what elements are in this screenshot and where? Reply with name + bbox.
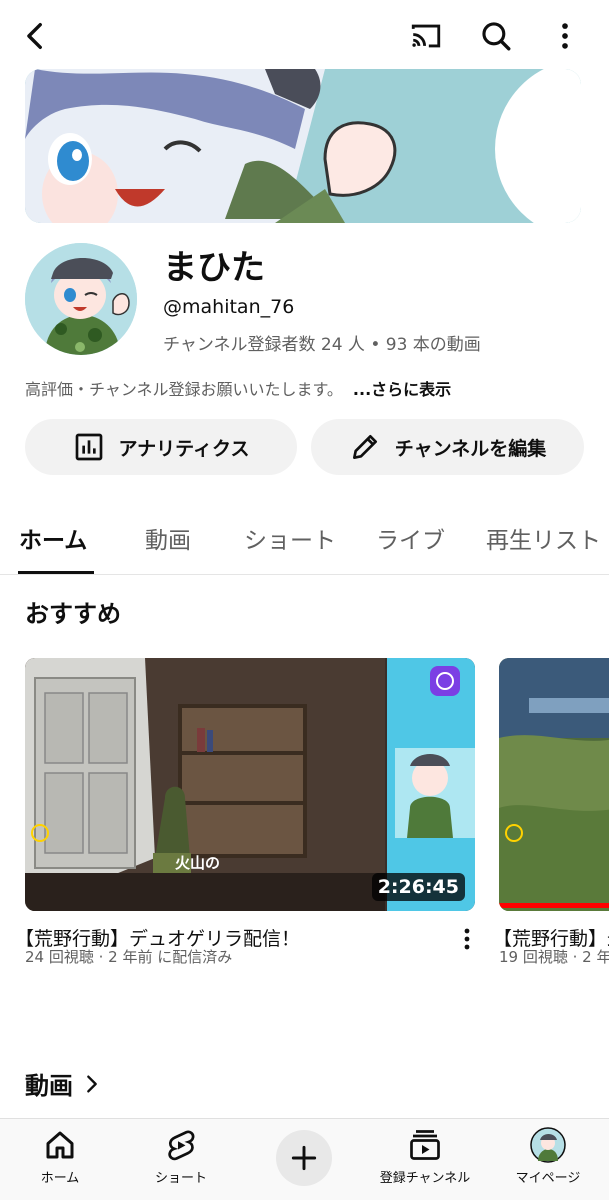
more-vert-icon[interactable]	[457, 926, 477, 952]
tab-videos[interactable]: 動画	[145, 521, 191, 555]
video-meta-2: 19 回視聴 · 2 年	[499, 948, 609, 966]
create-button[interactable]	[276, 1130, 332, 1186]
nav-home[interactable]: ホーム	[5, 1127, 115, 1186]
video-duration: 2:26:45	[371, 873, 465, 901]
edit-channel-label: チャンネルを編集	[394, 437, 547, 460]
channel-avatar[interactable]	[25, 243, 137, 355]
shorts-icon	[168, 1130, 195, 1161]
video-thumbnail-2[interactable]	[499, 658, 609, 911]
top-bar	[0, 0, 609, 68]
edit-channel-button[interactable]: チャンネルを編集	[311, 419, 584, 475]
bottom-navigation: ホーム ショート 登録チャンネル マイページ	[0, 1118, 609, 1200]
tab-home[interactable]: ホーム	[19, 521, 87, 555]
pencil-icon	[352, 435, 377, 459]
home-icon	[46, 1131, 74, 1159]
show-more-link[interactable]: ...さらに表示	[353, 380, 451, 399]
tab-shorts[interactable]: ショート	[244, 521, 336, 555]
channel-banner	[25, 69, 581, 223]
video-thumbnail[interactable]: 火山の 2:26:45	[25, 658, 475, 911]
tab-indicator	[18, 571, 94, 574]
back-arrow-icon[interactable]	[14, 14, 58, 58]
section-title-recommended: おすすめ	[25, 600, 121, 628]
search-icon[interactable]	[474, 14, 518, 58]
thumbnail-overlay-text: 火山の	[175, 854, 220, 872]
description-text: 高評価・チャンネル登録お願いいたします。	[25, 380, 343, 399]
tab-playlists[interactable]: 再生リスト	[486, 521, 601, 555]
analytics-icon	[75, 433, 102, 461]
nav-subscriptions[interactable]: 登録チャンネル	[370, 1127, 480, 1186]
analytics-button[interactable]: アナリティクス	[25, 419, 297, 475]
section-title-videos[interactable]: 動画	[25, 1066, 103, 1101]
channel-tabs: ホーム 動画 ショート ライブ 再生リスト	[0, 505, 609, 575]
plus-icon	[291, 1145, 317, 1171]
nav-mypage-label: マイページ	[515, 1171, 581, 1186]
analytics-label: アナリティクス	[118, 437, 250, 460]
videos-section-label: 動画	[25, 1072, 73, 1100]
channel-description[interactable]: 高評価・チャンネル登録お願いいたします。 ...さらに表示	[25, 376, 451, 400]
cast-icon[interactable]	[404, 14, 448, 58]
avatar	[530, 1127, 566, 1163]
more-vert-icon[interactable]	[543, 14, 587, 58]
chevron-right-icon	[87, 1074, 97, 1093]
subscriptions-icon	[410, 1130, 440, 1160]
channel-name: まひた	[163, 248, 265, 288]
nav-subscriptions-label: 登録チャンネル	[379, 1171, 471, 1186]
nav-home-label: ホーム	[40, 1171, 80, 1186]
channel-handle: @mahitan_76	[163, 296, 295, 318]
channel-stats: チャンネル登録者数 24 人 • 93 本の動画	[163, 335, 481, 355]
tab-live[interactable]: ライブ	[376, 521, 445, 555]
nav-mypage[interactable]: マイページ	[493, 1127, 603, 1186]
nav-shorts-label: ショート	[154, 1171, 207, 1186]
nav-shorts[interactable]: ショート	[126, 1127, 236, 1186]
video-meta: 24 回視聴 · 2 年前 に配信済み	[25, 948, 233, 966]
